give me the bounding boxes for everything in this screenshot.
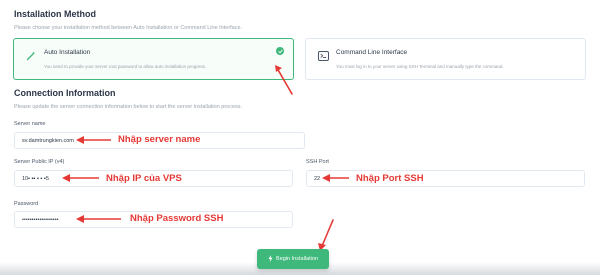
terminal-icon (318, 51, 329, 61)
arrow-password-annotation (76, 215, 121, 223)
public-ip-label: Server Public IP (v4) (14, 159, 65, 165)
cli-description: You must log in to your server using SSH… (336, 64, 504, 69)
port-annotation: Nhập Port SSH (356, 173, 424, 184)
server-name-annotation: Nhập server name (118, 134, 201, 145)
password-label: Password (14, 201, 39, 207)
command-line-interface-card[interactable]: Command Line Interface You must log in t… (305, 38, 586, 80)
installation-method-description: Please choose your installation method b… (14, 25, 243, 31)
bolt-icon (268, 254, 273, 264)
arrow-port-annotation (322, 174, 349, 182)
cli-title: Command Line Interface (336, 49, 408, 56)
arrow-to-check-annotation (275, 65, 293, 95)
arrow-ip-annotation (62, 174, 99, 182)
connection-information-title: Connection Information (14, 88, 116, 98)
arrow-server-name-annotation (76, 136, 111, 144)
installation-method-title: Installation Method (14, 9, 96, 19)
auto-installation-card[interactable]: Auto Installation You need to provide yo… (13, 38, 294, 80)
auto-installation-title: Auto Installation (44, 49, 91, 56)
ip-annotation: Nhập IP của VPS (106, 173, 182, 184)
begin-installation-button[interactable]: Begin Installation (257, 249, 329, 269)
magic-wand-icon (26, 48, 36, 61)
ssh-port-label: SSH Port (306, 159, 329, 165)
auto-installation-description: You need to provide your server root pas… (44, 64, 207, 69)
check-circle-icon (276, 47, 284, 55)
server-name-label: Server name (14, 121, 46, 127)
connection-information-description: Please update the server connection info… (14, 104, 243, 110)
begin-installation-label: Begin Installation (276, 256, 318, 262)
password-annotation: Nhập Password SSH (130, 213, 224, 224)
